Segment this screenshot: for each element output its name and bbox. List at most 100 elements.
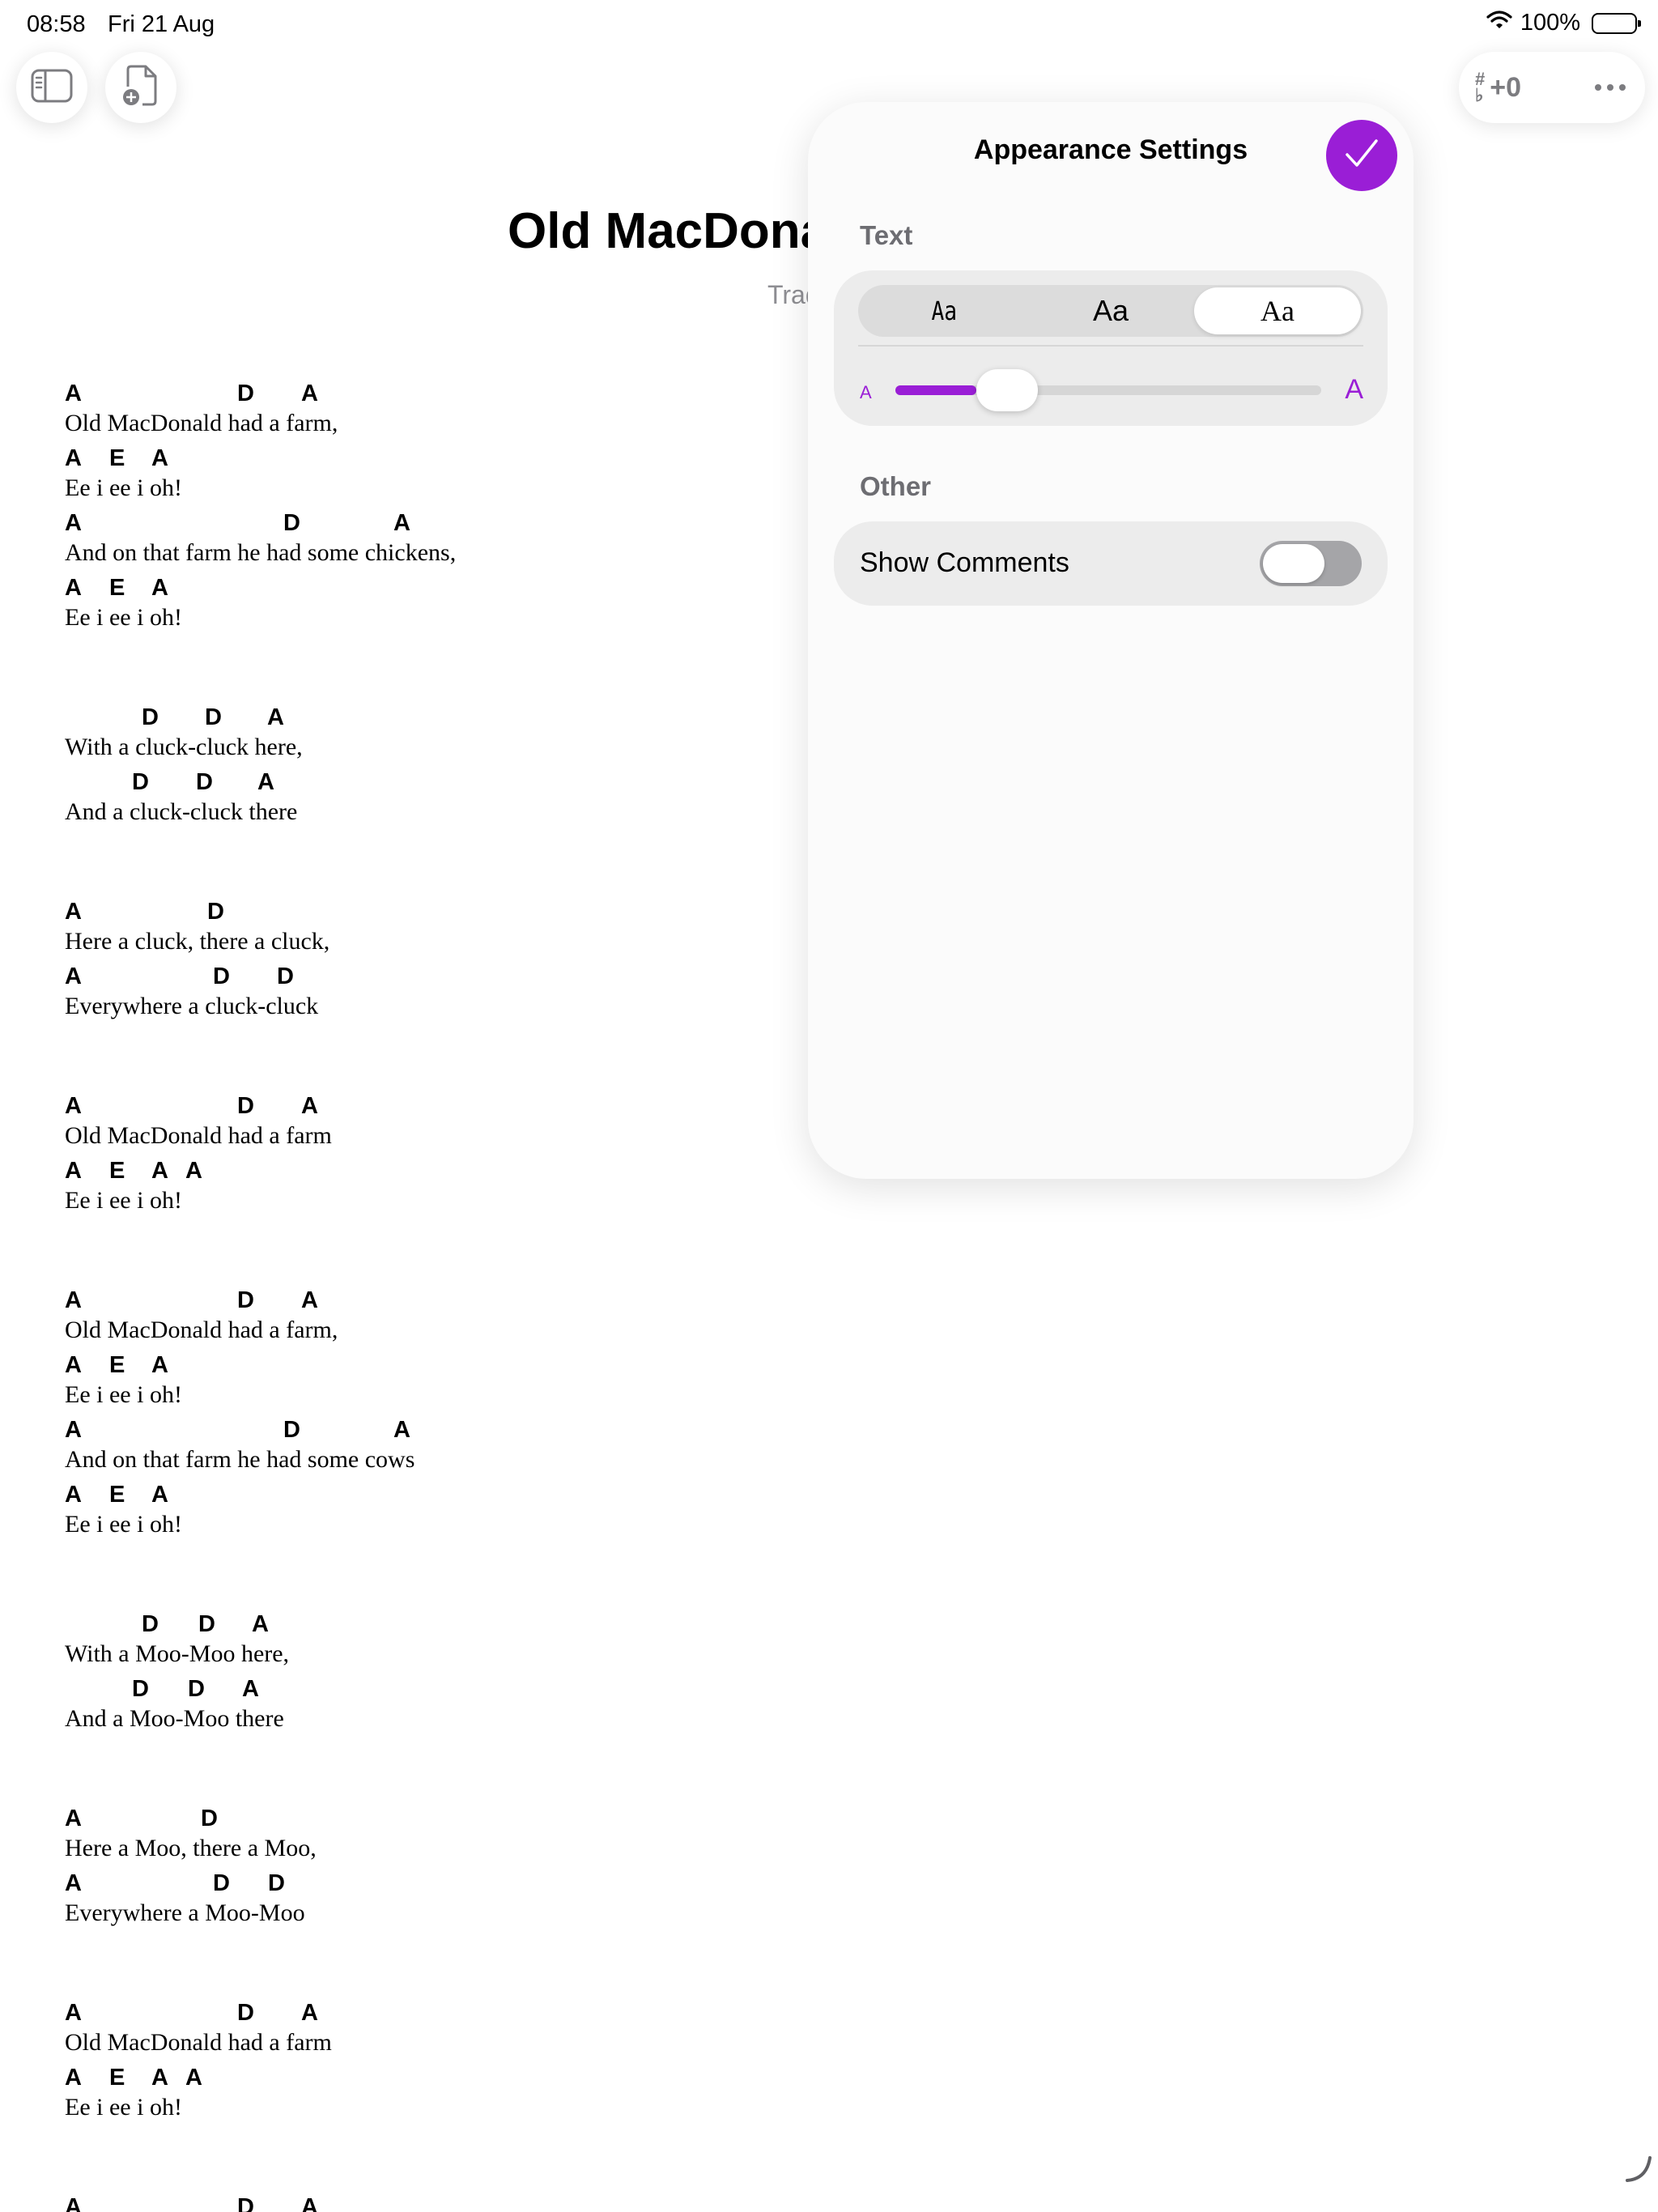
chord[interactable]: E xyxy=(109,1482,125,1508)
chord[interactable]: D xyxy=(196,769,213,796)
show-comments-toggle[interactable] xyxy=(1260,541,1362,586)
chord[interactable]: A xyxy=(185,1158,202,1185)
resize-handle-icon[interactable] xyxy=(1624,2155,1653,2188)
done-button[interactable] xyxy=(1326,120,1397,191)
chord[interactable]: A xyxy=(65,1482,82,1508)
sidebar-toggle-button[interactable] xyxy=(16,52,87,123)
chord[interactable]: D xyxy=(201,1806,218,1832)
lyric-text: Old MacDonald had a farm xyxy=(65,2029,332,2056)
chord[interactable]: E xyxy=(109,1352,125,1379)
chord[interactable]: D xyxy=(283,510,300,537)
chord[interactable]: D xyxy=(213,1870,230,1897)
chord[interactable]: A xyxy=(301,1093,318,1120)
chord[interactable]: A xyxy=(65,510,82,537)
chord[interactable]: A xyxy=(65,1806,82,1832)
chord[interactable]: A xyxy=(65,2000,82,2027)
lyric-line: A D A Old MacDonald had a farm, xyxy=(65,1287,338,1344)
chord-row: ADA xyxy=(65,2000,332,2029)
battery-icon xyxy=(1592,12,1641,34)
chord[interactable]: A xyxy=(151,1158,168,1185)
chord[interactable]: D xyxy=(205,704,222,731)
chord[interactable]: A xyxy=(151,1352,168,1379)
chord[interactable]: A xyxy=(65,963,82,990)
chord[interactable]: A xyxy=(393,1417,410,1444)
chord[interactable]: A xyxy=(151,2065,168,2091)
chord[interactable]: A xyxy=(65,899,82,925)
chord[interactable]: D xyxy=(237,2194,254,2212)
lyric-text: Everywhere a cluck-cluck xyxy=(65,993,319,1019)
chord[interactable]: D xyxy=(132,1676,149,1703)
chord-row: ADA xyxy=(65,1287,338,1317)
other-section-label: Other xyxy=(860,471,932,501)
font-option-condensed[interactable]: Aa xyxy=(861,287,1027,334)
lyric-line: D D A With a Moo-Moo here, xyxy=(65,1611,289,1668)
font-option-label: Aa xyxy=(1092,294,1129,327)
chord[interactable]: E xyxy=(109,2065,125,2091)
chord-row: AD xyxy=(65,899,329,928)
slider-fill xyxy=(895,385,976,395)
chord[interactable]: D xyxy=(283,1417,300,1444)
chord[interactable]: D xyxy=(198,1611,215,1638)
chord[interactable]: D xyxy=(213,963,230,990)
lyric-line: A D Here a Moo, there a Moo, xyxy=(65,1806,317,1862)
new-document-button[interactable] xyxy=(105,52,176,123)
lyric-text: With a Moo-Moo here, xyxy=(65,1640,290,1667)
chord[interactable]: A xyxy=(301,2194,318,2212)
chord-row: AEA xyxy=(65,1352,182,1381)
chord[interactable]: A xyxy=(242,1676,259,1703)
chord[interactable]: A xyxy=(65,1870,82,1897)
lyric-text: Ee i ee i oh! xyxy=(65,1381,182,1408)
chord[interactable]: A xyxy=(267,704,284,731)
chord[interactable]: A xyxy=(252,1611,269,1638)
chord[interactable]: D xyxy=(237,1287,254,1314)
chord[interactable]: A xyxy=(65,1158,82,1185)
chord[interactable]: D xyxy=(237,1093,254,1120)
chord[interactable]: A xyxy=(65,1417,82,1444)
chord[interactable]: A xyxy=(65,1287,82,1314)
chord[interactable]: A xyxy=(151,445,168,472)
lyric-text: Old MacDonald had a farm, xyxy=(65,410,338,436)
chord[interactable]: A xyxy=(301,381,318,407)
transpose-value: +0 xyxy=(1490,71,1522,103)
text-size-slider[interactable] xyxy=(895,369,1321,411)
chord[interactable]: A xyxy=(151,1482,168,1508)
chord[interactable]: A xyxy=(65,445,82,472)
slider-knob[interactable] xyxy=(976,369,1038,411)
font-option-sans[interactable]: Aa xyxy=(1027,287,1194,334)
transpose-button[interactable]: # ♭ +0 xyxy=(1475,70,1522,104)
chord[interactable]: A xyxy=(301,1287,318,1314)
more-button[interactable] xyxy=(1595,84,1626,91)
chord[interactable]: D xyxy=(207,899,224,925)
chord[interactable]: A xyxy=(65,2194,82,2212)
chord-row: AEAA xyxy=(65,2065,202,2094)
toggle-knob xyxy=(1263,544,1324,583)
chord[interactable]: A xyxy=(65,1093,82,1120)
show-comments-row: Show Comments xyxy=(834,521,1388,606)
lyric-line: D D A And a Moo-Moo there xyxy=(65,1676,284,1733)
font-option-label: Aa xyxy=(1261,295,1295,327)
chord[interactable]: D xyxy=(142,1611,159,1638)
chord[interactable]: D xyxy=(142,704,159,731)
chord[interactable]: A xyxy=(185,2065,202,2091)
chord[interactable]: A xyxy=(65,2065,82,2091)
lyric-text: Ee i ee i oh! xyxy=(65,604,182,631)
chord[interactable]: D xyxy=(268,1870,285,1897)
chord[interactable]: E xyxy=(109,1158,125,1185)
chord[interactable]: E xyxy=(109,575,125,602)
chord[interactable]: D xyxy=(237,381,254,407)
font-option-serif[interactable]: Aa xyxy=(1194,287,1361,334)
chord[interactable]: A xyxy=(151,575,168,602)
chord[interactable]: E xyxy=(109,445,125,472)
chord[interactable]: D xyxy=(237,2000,254,2027)
chord[interactable]: A xyxy=(301,2000,318,2027)
chord[interactable]: D xyxy=(188,1676,205,1703)
chord[interactable]: A xyxy=(393,510,410,537)
chord[interactable]: D xyxy=(277,963,294,990)
chord[interactable]: A xyxy=(257,769,274,796)
chord[interactable]: D xyxy=(132,769,149,796)
lyric-line: A E A Ee i ee i oh! xyxy=(65,1482,182,1538)
chord[interactable]: A xyxy=(65,575,82,602)
chord[interactable]: A xyxy=(65,1352,82,1379)
chord[interactable]: A xyxy=(65,381,82,407)
wifi-icon xyxy=(1486,10,1512,36)
